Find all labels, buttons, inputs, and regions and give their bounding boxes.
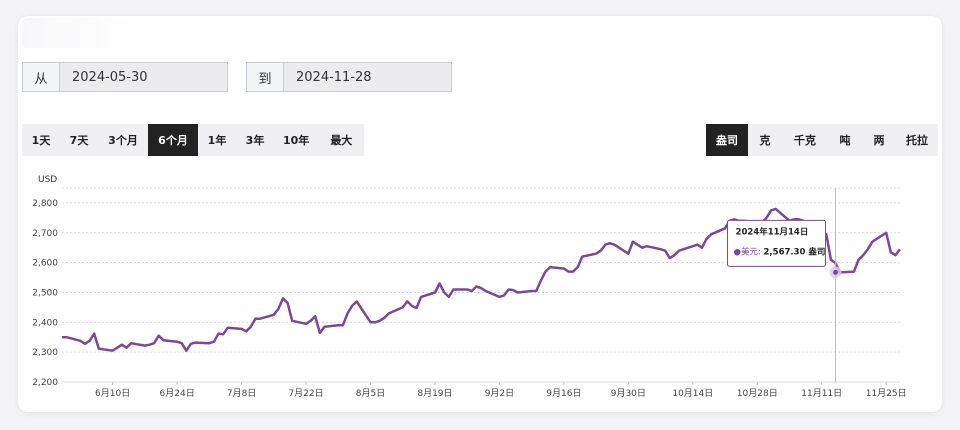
y-tick-label: 2,600 [32,259,58,269]
x-tick-label: 10月14日 [672,388,713,399]
x-tick-label: 10月28日 [737,388,778,399]
from-date-field[interactable]: 从 2024-05-30 [22,62,228,92]
from-date-label: 从 [23,63,60,91]
tooltip-date: 2024年11月14日 [736,226,809,237]
price-chart: USD 2,200 2,300 2,400 2,500 2,600 2,700 2,800 6月… [20,168,920,408]
x-tick-label: 9月2日 [485,388,514,399]
to-date-input[interactable]: 2024-11-28 [284,63,451,91]
unit-button-1[interactable]: 克 [748,124,782,156]
x-tick-label: 8月19日 [417,388,452,399]
unit-button-3[interactable]: 吨 [828,124,862,156]
range-button-2[interactable]: 3个月 [98,124,148,156]
x-tick-label: 6月10日 [95,388,130,399]
unit-button-4[interactable]: 两 [862,124,896,156]
x-tick-label: 9月16日 [546,388,581,399]
tooltip-value: ●美元: 2,567.30 盎司 [734,246,826,257]
y-axis-label: USD [38,175,57,185]
y-tick-label: 2,200 [32,378,58,388]
unit-button-2[interactable]: 千克 [782,124,828,156]
x-tick-label: 11月11日 [801,388,842,399]
range-button-1[interactable]: 7天 [60,124,98,156]
highlight-point[interactable] [833,269,839,275]
price-chart-svg: USD 2,200 2,300 2,400 2,500 2,600 2,700 2,800 6月… [32,175,907,399]
range-button-3[interactable]: 6个月 [148,124,198,156]
range-button-7[interactable]: 最大 [318,124,364,156]
x-tick-label: 9月30日 [611,388,646,399]
unit-selector: 盎司克千克吨两托拉 [706,124,938,156]
x-tick-label: 7月8日 [227,388,256,399]
x-tick-label: 7月22日 [288,388,323,399]
y-tick-label: 2,800 [32,199,58,209]
x-tick-label: 6月24日 [160,388,195,399]
range-button-5[interactable]: 3年 [236,124,274,156]
x-tick-label: 11月25日 [866,388,907,399]
y-tick-label: 2,300 [32,348,58,358]
from-date-input[interactable]: 2024-05-30 [60,63,227,91]
time-range-selector: 1天 7天 3个月 6个月 1年 3年 10年 最大 [22,124,365,156]
range-button-4[interactable]: 1年 [198,124,236,156]
unit-button-0[interactable]: 盎司 [706,124,748,156]
y-tick-label: 2,500 [32,288,58,298]
unit-button-5[interactable]: 托拉 [896,124,938,156]
to-date-field[interactable]: 到 2024-11-28 [246,62,452,92]
y-tick-label: 2,700 [32,229,58,239]
header-placeholder [22,18,132,48]
range-button-0[interactable]: 1天 [22,124,60,156]
range-button-6[interactable]: 10年 [274,124,318,156]
to-date-label: 到 [247,63,284,91]
x-tick-label: 8月5日 [356,388,385,399]
y-tick-label: 2,400 [32,318,58,328]
